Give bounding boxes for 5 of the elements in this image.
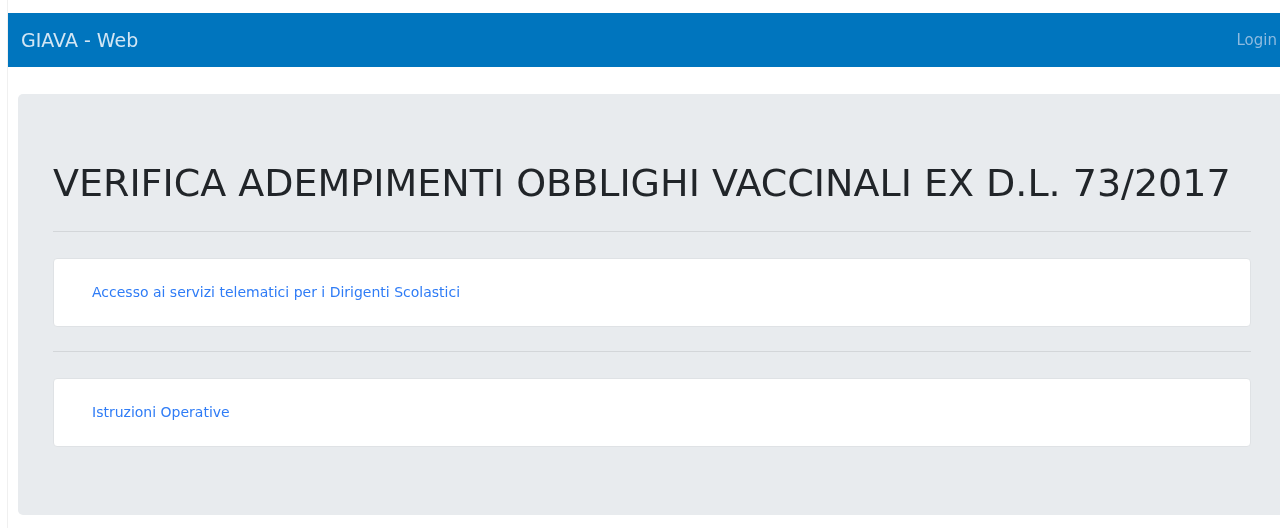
service-link[interactable]: Accesso ai servizi telematici per i Dirigenti Scolastici [92,284,461,301]
page-title: VERIFICA ADEMPIMENTI OBBLIGHI VACCINALI EX D.L. 73/2017 [53,161,1232,207]
service-link[interactable]: Istruzioni Operative [92,404,230,421]
brand-link[interactable]: GIAVA - Web [21,29,139,51]
login-link[interactable]: Login [1236,31,1277,49]
